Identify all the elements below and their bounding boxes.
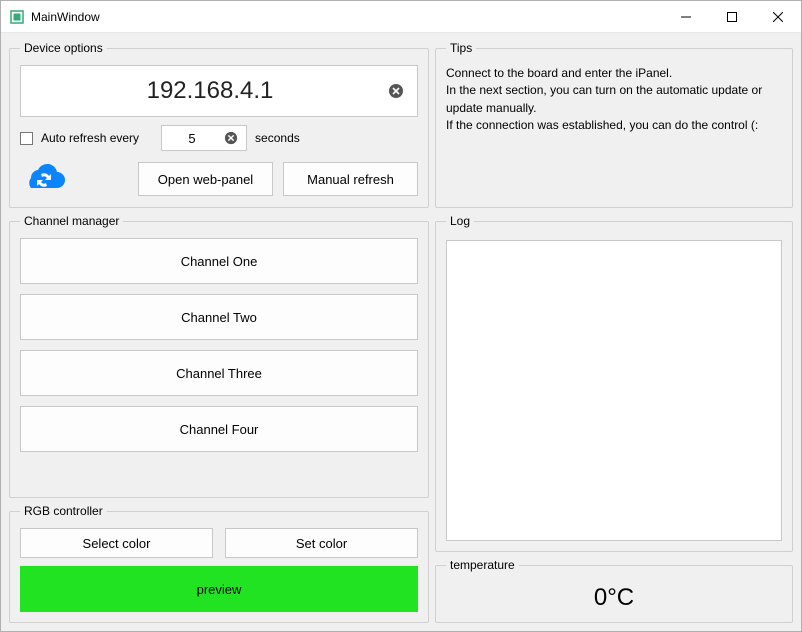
client-area: Device options 192.168.4.1 Auto refresh … bbox=[1, 33, 801, 631]
log-group: Log bbox=[435, 214, 793, 552]
right-column: Log temperature 0°C bbox=[435, 214, 793, 623]
close-button[interactable] bbox=[755, 1, 801, 33]
minimize-button[interactable] bbox=[663, 1, 709, 33]
manual-refresh-button[interactable]: Manual refresh bbox=[283, 162, 418, 196]
log-textarea[interactable] bbox=[446, 240, 782, 541]
refresh-seconds-value: 5 bbox=[168, 131, 216, 146]
maximize-button[interactable] bbox=[709, 1, 755, 33]
seconds-label: seconds bbox=[255, 131, 300, 145]
channel-one-button[interactable]: Channel One bbox=[20, 238, 418, 284]
titlebar: MainWindow bbox=[1, 1, 801, 33]
tips-text: Connect to the board and enter the iPane… bbox=[446, 65, 782, 135]
channel-three-button[interactable]: Channel Three bbox=[20, 350, 418, 396]
rgb-controller-group: RGB controller Select color Set color pr… bbox=[9, 504, 429, 623]
temperature-value: 0°C bbox=[446, 584, 782, 612]
open-web-panel-button[interactable]: Open web-panel bbox=[138, 162, 273, 196]
channel-two-button[interactable]: Channel Two bbox=[20, 294, 418, 340]
app-icon bbox=[9, 9, 25, 25]
color-preview: preview bbox=[20, 566, 418, 612]
cloud-refresh-icon[interactable] bbox=[20, 161, 68, 197]
auto-refresh-checkbox[interactable] bbox=[20, 132, 33, 145]
device-options-group: Device options 192.168.4.1 Auto refresh … bbox=[9, 41, 429, 208]
channel-manager-group: Channel manager Channel One Channel Two … bbox=[9, 214, 429, 498]
clear-seconds-icon[interactable] bbox=[222, 129, 240, 147]
device-options-legend: Device options bbox=[20, 41, 107, 55]
log-legend: Log bbox=[446, 214, 474, 228]
clear-ip-icon[interactable] bbox=[387, 82, 405, 100]
rgb-legend: RGB controller bbox=[20, 504, 107, 518]
select-color-button[interactable]: Select color bbox=[20, 528, 213, 558]
ip-input[interactable]: 192.168.4.1 bbox=[20, 65, 418, 117]
channel-manager-legend: Channel manager bbox=[20, 214, 123, 228]
temperature-legend: temperature bbox=[446, 558, 519, 572]
set-color-button[interactable]: Set color bbox=[225, 528, 418, 558]
tips-legend: Tips bbox=[446, 41, 476, 55]
ip-value: 192.168.4.1 bbox=[33, 77, 387, 105]
refresh-seconds-input[interactable]: 5 bbox=[161, 125, 247, 151]
window-title: MainWindow bbox=[31, 10, 100, 24]
auto-refresh-label: Auto refresh every bbox=[41, 131, 139, 145]
temperature-group: temperature 0°C bbox=[435, 558, 793, 623]
tips-group: Tips Connect to the board and enter the … bbox=[435, 41, 793, 208]
channel-four-button[interactable]: Channel Four bbox=[20, 406, 418, 452]
main-window: MainWindow Device options 192.168.4.1 Au… bbox=[0, 0, 802, 632]
